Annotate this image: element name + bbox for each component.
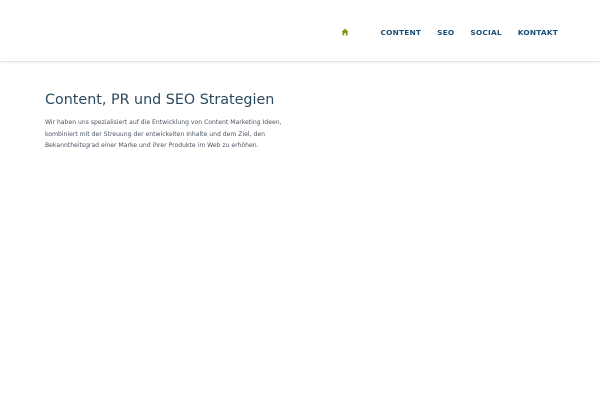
nav-item-content[interactable]: CONTENT [380,28,421,37]
nav-item-social[interactable]: SOCIAL [470,28,501,37]
home-icon [341,28,350,36]
intro-paragraph: Wir haben uns spezialisiert auf die Entw… [45,119,282,149]
site-header: CONTENT SEO SOCIAL KONTAKT [0,0,600,62]
page-title: Content, PR und SEO Strategien [45,92,275,108]
main-content: Content, PR und SEO Strategien Wir haben… [45,91,305,152]
nav-item-kontakt[interactable]: KONTAKT [518,28,558,37]
main-navigation: CONTENT SEO SOCIAL KONTAKT [340,23,558,41]
nav-item-seo[interactable]: SEO [437,28,454,37]
nav-home-link[interactable] [340,27,350,37]
